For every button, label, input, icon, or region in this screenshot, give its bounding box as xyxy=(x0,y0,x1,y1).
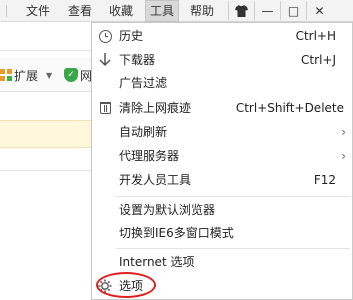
menu-item-clear-history[interactable]: 清除上网痕迹 Ctrl+Shift+Delete xyxy=(92,97,352,119)
highlight-annotation-ring xyxy=(96,272,156,298)
menu-file[interactable]: 文件 xyxy=(22,0,54,22)
clock-icon xyxy=(97,28,113,44)
menubar-separator xyxy=(6,5,7,17)
restore-button[interactable]: □ xyxy=(280,1,306,20)
menu-separator xyxy=(116,196,350,197)
menu-item-history[interactable]: 历史 Ctrl+H xyxy=(92,25,352,47)
menu-item-label: Internet 选项 xyxy=(119,255,195,269)
menu-item-label: 开发人员工具 xyxy=(119,173,192,187)
divider xyxy=(0,50,98,51)
security-shield-button[interactable]: ✓ 网 xyxy=(64,67,92,83)
menu-item-proxy-server[interactable]: 代理服务器 › xyxy=(92,145,352,167)
menu-item-shortcut: Ctrl+H xyxy=(295,29,336,43)
menu-item-developer-tools[interactable]: 开发人员工具 F12 xyxy=(92,169,352,191)
close-button[interactable]: ✕ xyxy=(306,1,332,20)
minimize-button[interactable]: — xyxy=(254,1,280,20)
menu-item-label: 历史 xyxy=(119,29,144,43)
menu-item-label: 设置为默认浏览器 xyxy=(119,203,216,217)
menu-view[interactable]: 查看 xyxy=(64,0,96,22)
menu-item-label: 清除上网痕迹 xyxy=(119,101,192,115)
menubar: 文件 查看 收藏 工具 帮助 — □ ✕ xyxy=(0,0,353,22)
menu-item-shortcut: Ctrl+J xyxy=(301,53,336,67)
menu-item-label: 代理服务器 xyxy=(119,149,180,163)
menu-help[interactable]: 帮助 xyxy=(186,0,218,22)
menu-item-internet-options[interactable]: Internet 选项 xyxy=(92,251,352,273)
menu-item-ad-filter[interactable]: 广告过滤 xyxy=(92,72,352,94)
menu-item-label: 自动刷新 xyxy=(119,125,168,139)
menu-item-downloader[interactable]: 下载器 Ctrl+J xyxy=(92,49,352,71)
chevron-right-icon: › xyxy=(341,149,346,163)
menu-item-ie6-mode[interactable]: 切换到IE6多窗口模式 xyxy=(92,222,352,244)
chevron-right-icon: › xyxy=(341,125,346,139)
extensions-button[interactable]: 扩展 ▼ xyxy=(0,67,52,83)
extensions-grid-icon xyxy=(0,69,12,81)
download-arrow-icon xyxy=(97,52,113,68)
window-controls: — □ ✕ xyxy=(228,1,353,20)
menu-tools[interactable]: 工具 xyxy=(145,0,180,22)
divider xyxy=(0,170,98,171)
menu-item-shortcut: Ctrl+Shift+Delete xyxy=(235,101,344,115)
menu-item-shortcut: F12 xyxy=(313,173,336,187)
trash-icon xyxy=(97,100,113,116)
menu-separator xyxy=(116,248,350,249)
chevron-down-icon[interactable]: ▼ xyxy=(46,71,52,80)
menu-item-auto-refresh[interactable]: 自动刷新 › xyxy=(92,121,352,143)
menu-item-label: 广告过滤 xyxy=(119,76,168,90)
menu-item-label: 切换到IE6多窗口模式 xyxy=(119,226,234,240)
extensions-label: 扩展 xyxy=(14,68,39,83)
tools-menu: 历史 Ctrl+H 下载器 Ctrl+J 广告过滤 清除上网痕迹 Ctrl+Sh… xyxy=(91,22,353,300)
shirt-icon[interactable] xyxy=(228,1,254,20)
menu-item-label: 下载器 xyxy=(119,53,156,67)
menu-favorites[interactable]: 收藏 xyxy=(105,0,137,22)
menu-item-set-default-browser[interactable]: 设置为默认浏览器 xyxy=(92,199,352,221)
shield-icon: ✓ xyxy=(64,68,78,82)
